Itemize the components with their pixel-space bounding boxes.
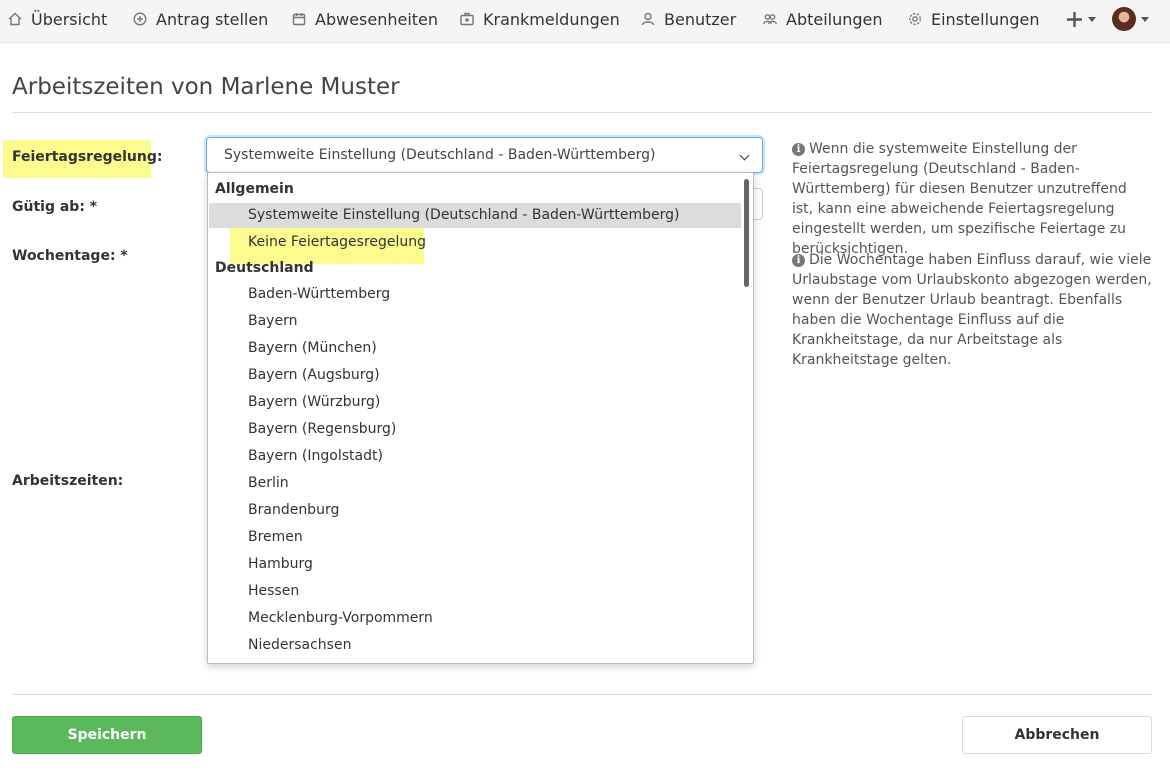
nav-departments-label: Abteilungen: [786, 9, 883, 29]
chevron-down-icon: [1141, 16, 1149, 22]
weekdays-hint-text: Die Wochentage haben Einfluss darauf, wi…: [792, 252, 1152, 368]
holiday-label: Feiertagsregelung:: [12, 149, 163, 165]
option-state[interactable]: Bayern (Augsburg): [248, 367, 380, 383]
option-state[interactable]: Niedersachsen: [248, 637, 351, 653]
nav-overview-label: Übersicht: [31, 9, 108, 29]
nav-settings-label: Einstellungen: [931, 9, 1040, 29]
option-state[interactable]: Hamburg: [248, 556, 313, 572]
option-system-setting[interactable]: Systemweite Einstellung (Deutschland - B…: [248, 207, 679, 223]
select-value: Systemweite Einstellung (Deutschland - B…: [224, 147, 656, 163]
user-icon: [641, 12, 655, 26]
nav-absences[interactable]: Abwesenheiten: [292, 0, 438, 38]
save-button[interactable]: Speichern: [12, 716, 202, 754]
info-icon: i: [792, 254, 805, 267]
calendar-icon: [292, 13, 306, 26]
option-state[interactable]: Berlin: [248, 475, 289, 491]
nav-settings[interactable]: Einstellungen: [908, 0, 1039, 38]
holiday-hint-text: Wenn die systemweite Einstellung der Fei…: [792, 141, 1127, 257]
user-menu-button[interactable]: [1112, 5, 1156, 33]
gear-icon: [908, 12, 922, 26]
divider: [12, 112, 1152, 113]
cancel-button[interactable]: Abbrechen: [962, 716, 1152, 754]
users-icon: [763, 14, 777, 25]
dropdown-scrollbar[interactable]: [744, 179, 749, 287]
nav-departments[interactable]: Abteilungen: [763, 0, 883, 38]
option-state[interactable]: Mecklenburg-Vorpommern: [248, 610, 433, 626]
info-icon: i: [792, 143, 805, 156]
holiday-regulation-select[interactable]: Systemweite Einstellung (Deutschland - B…: [206, 137, 763, 173]
option-state[interactable]: Bayern (Ingolstadt): [248, 448, 383, 464]
divider: [12, 694, 1152, 695]
weekdays-label: Wochentage: *: [12, 248, 128, 264]
plus-icon: [1067, 11, 1082, 27]
option-state[interactable]: Bayern (Würzburg): [248, 394, 380, 410]
add-menu-button[interactable]: [1066, 5, 1102, 33]
top-navigation: Übersicht Antrag stellen Abwesenheiten K…: [0, 0, 1170, 43]
holiday-hint: i Wenn die systemweite Einstellung der Fe…: [792, 139, 1152, 259]
option-state[interactable]: Bayern: [248, 313, 297, 329]
valid-from-input[interactable]: [754, 188, 763, 220]
option-state[interactable]: Bayern (Regensburg): [248, 421, 396, 437]
option-state[interactable]: Bayern (München): [248, 340, 377, 356]
group-germany: Deutschland: [215, 260, 314, 276]
valid-from-label: Gütig ab: *: [12, 199, 98, 215]
medkit-icon: [460, 12, 474, 26]
nav-apply[interactable]: Antrag stellen: [133, 0, 268, 38]
chevron-down-icon: [739, 150, 750, 161]
page-title: Arbeitszeiten von Marlene Muster: [12, 74, 400, 100]
weekdays-hint: i Die Wochentage haben Einfluss darauf, w…: [792, 250, 1152, 370]
nav-users-label: Benutzer: [664, 9, 737, 29]
home-icon: [8, 12, 22, 26]
nav-sick-notes[interactable]: Krankmeldungen: [460, 0, 620, 38]
nav-users[interactable]: Benutzer: [641, 0, 736, 38]
option-state[interactable]: Bremen: [248, 529, 303, 545]
group-general: Allgemein: [215, 181, 294, 197]
option-state[interactable]: Hessen: [248, 583, 299, 599]
holiday-dropdown-list[interactable]: Allgemein Systemweite Einstellung (Deuts…: [207, 172, 754, 664]
avatar: [1112, 7, 1136, 31]
working-hours-label: Arbeitszeiten:: [12, 473, 124, 489]
nav-sick-notes-label: Krankmeldungen: [483, 9, 620, 29]
nav-overview[interactable]: Übersicht: [8, 0, 107, 38]
option-no-holiday[interactable]: Keine Feiertagesregelung: [248, 234, 426, 250]
chevron-down-icon: [1088, 16, 1096, 22]
nav-apply-label: Antrag stellen: [156, 9, 269, 29]
option-state[interactable]: Baden-Württemberg: [248, 286, 390, 302]
option-state[interactable]: Brandenburg: [248, 502, 339, 518]
plus-circle-icon: [133, 12, 147, 26]
nav-absences-label: Abwesenheiten: [315, 9, 439, 29]
